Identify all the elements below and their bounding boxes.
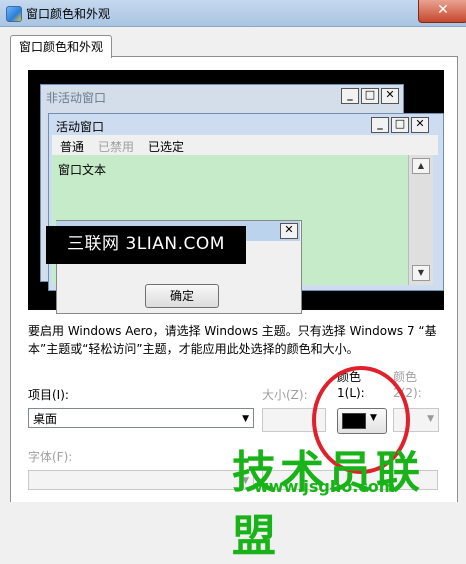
chevron-down-icon: ▼ — [427, 414, 434, 424]
close-icon[interactable]: ✕ — [381, 88, 399, 104]
tab-window-color[interactable]: 窗口颜色和外观 — [10, 35, 112, 58]
font-label: 字体(F): — [28, 450, 73, 464]
watermark-url: www.jsgho.com — [254, 477, 396, 496]
close-button[interactable]: ✕ — [418, 0, 466, 23]
font-select[interactable]: ▼ — [28, 470, 254, 490]
aero-description: 要启用 Windows Aero，请选择 Windows 主题。只有选择 Win… — [28, 324, 437, 356]
item-select[interactable]: 桌面 ▼ — [28, 408, 254, 428]
chevron-down-icon: ▼ — [242, 414, 249, 424]
item-select-value: 桌面 — [33, 412, 58, 426]
window-title: 窗口颜色和外观 — [26, 7, 111, 21]
close-icon[interactable]: ✕ — [411, 117, 429, 133]
menu-item-normal[interactable]: 普通 — [60, 138, 84, 155]
app-icon — [6, 6, 22, 22]
watermark: 三联网 3LIAN.COM — [46, 226, 246, 264]
maximize-icon[interactable]: □ — [391, 117, 409, 133]
inactive-window-controls: _ □ ✕ — [341, 88, 401, 104]
menu-item-selected[interactable]: 已选定 — [148, 138, 184, 155]
minimize-icon[interactable]: _ — [371, 117, 389, 133]
maximize-icon[interactable]: □ — [361, 88, 379, 104]
size-label: 大小(Z): — [262, 388, 308, 402]
minimize-icon[interactable]: _ — [341, 88, 359, 104]
active-window-controls: _ □ ✕ — [371, 117, 431, 133]
ok-button[interactable]: 确定 — [145, 284, 219, 308]
scroll-up-icon[interactable]: ▲ — [412, 158, 430, 174]
scroll-down-icon[interactable]: ▼ — [412, 265, 430, 281]
close-icon[interactable]: ✕ — [280, 223, 298, 239]
scrollbar[interactable]: ▲ ▼ — [408, 155, 433, 285]
watermark-logo: 技术员联盟 — [232, 447, 424, 562]
menu-item-disabled[interactable]: 已禁用 — [98, 138, 134, 155]
active-window-title: 活动窗口 — [56, 120, 105, 134]
item-label: 项目(I): — [28, 388, 69, 402]
window-text: 窗口文本 — [58, 163, 107, 177]
inactive-window-title: 非活动窗口 — [46, 91, 107, 105]
